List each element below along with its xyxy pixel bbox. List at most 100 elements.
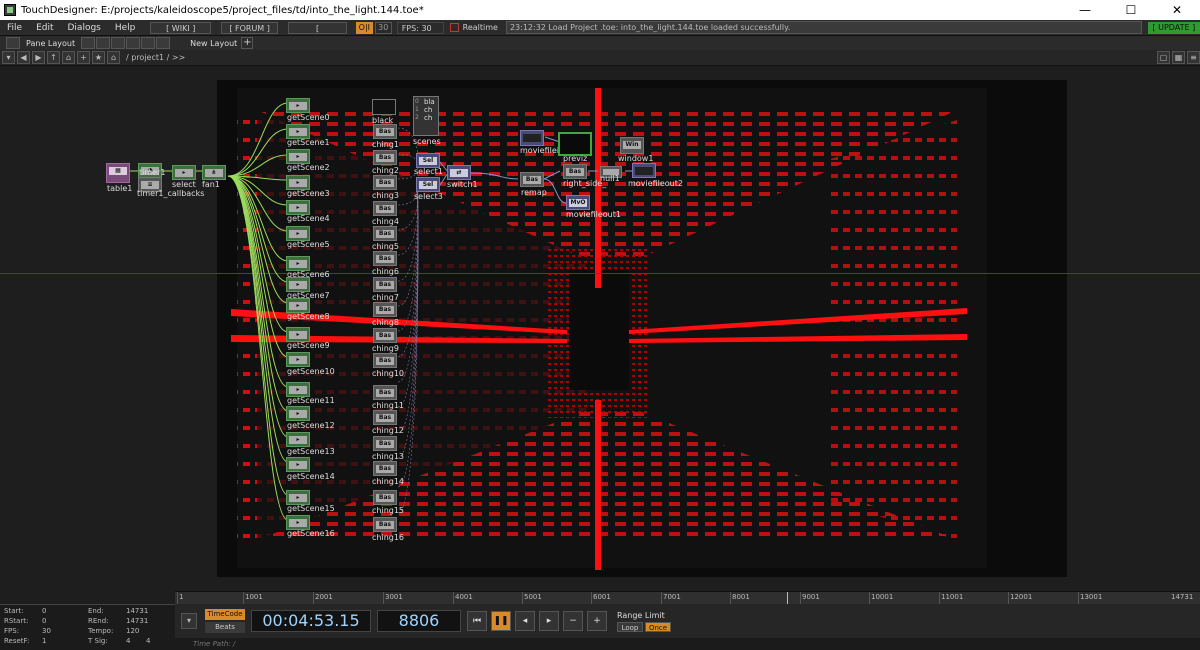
step-back-button[interactable]: ◂: [515, 611, 535, 631]
network-editor[interactable]: ▦ table1 ◔ timer1 ≡ timer1_callbacks ▸ s…: [0, 67, 1200, 591]
realtime-checkbox[interactable]: [450, 23, 459, 32]
ching11-node[interactable]: Bas: [373, 385, 397, 400]
menu-help[interactable]: Help: [108, 23, 143, 33]
up-icon[interactable]: ↑: [47, 51, 60, 64]
grid-icon[interactable]: ▦: [1172, 51, 1185, 64]
ching14-node[interactable]: Bas: [373, 461, 397, 476]
getscene13-node[interactable]: ▸: [286, 432, 310, 447]
getscene5-node[interactable]: ▸: [286, 226, 310, 241]
parent-icon[interactable]: ⌂: [107, 51, 120, 64]
increase-button[interactable]: +: [587, 611, 607, 631]
getscene16-node[interactable]: ▸: [286, 515, 310, 530]
star-icon[interactable]: ★: [92, 51, 105, 64]
layout-5-icon[interactable]: [141, 37, 156, 49]
layout-3-icon[interactable]: [111, 37, 126, 49]
wiki-link[interactable]: [ WIKI ]: [150, 21, 212, 34]
getscene6-node[interactable]: ▸: [286, 256, 310, 271]
rend-value[interactable]: 14731: [126, 617, 148, 625]
getscene11-node[interactable]: ▸: [286, 382, 310, 397]
decrease-button[interactable]: −: [563, 611, 583, 631]
add-icon[interactable]: +: [77, 51, 90, 64]
getscene1-node[interactable]: ▸: [286, 124, 310, 139]
rewind-button[interactable]: ⏮: [467, 611, 487, 631]
getscene0-node[interactable]: ▸: [286, 98, 310, 113]
moviefileout1-node[interactable]: MvO: [566, 195, 590, 210]
getscene3-node[interactable]: ▸: [286, 175, 310, 190]
fps-value[interactable]: 30: [42, 627, 51, 635]
update-button[interactable]: [ UPDATE ]: [1147, 21, 1200, 34]
forward-icon[interactable]: ▶: [32, 51, 45, 64]
back-icon[interactable]: ◀: [17, 51, 30, 64]
black-node[interactable]: [372, 99, 396, 115]
step-forward-button[interactable]: ▸: [539, 611, 559, 631]
network-path[interactable]: / project1 / >>: [126, 53, 185, 62]
ching7-node[interactable]: Bas: [373, 277, 397, 292]
layout-2-icon[interactable]: [96, 37, 111, 49]
fps-limit-field[interactable]: 30: [374, 21, 392, 34]
tutorials-link[interactable]: [ TUTORIALS ]: [288, 21, 347, 57]
ching1-node[interactable]: Bas: [373, 124, 397, 139]
menu-file[interactable]: File: [0, 23, 29, 33]
right-side-node[interactable]: Bas: [563, 164, 587, 179]
pause-button[interactable]: ❚❚: [491, 611, 511, 631]
getscene15-node[interactable]: ▸: [286, 490, 310, 505]
once-button[interactable]: Once: [645, 621, 671, 632]
timeline-options-icon[interactable]: ▾: [181, 613, 197, 629]
rstart-value[interactable]: 0: [42, 617, 46, 625]
beats-button[interactable]: Beats: [205, 622, 245, 633]
pane-split-icon[interactable]: [6, 37, 20, 49]
ching8-node[interactable]: Bas: [373, 302, 397, 317]
remap-node[interactable]: Bas: [520, 172, 544, 187]
ching10-node[interactable]: Bas: [373, 353, 397, 368]
getscene12-node[interactable]: ▸: [286, 406, 310, 421]
layout-6-icon[interactable]: [156, 37, 171, 49]
close-button[interactable]: ✕: [1154, 0, 1200, 20]
ching3-node[interactable]: Bas: [373, 175, 397, 190]
home-icon[interactable]: ⌂: [62, 51, 75, 64]
add-layout-button[interactable]: +: [241, 37, 254, 49]
tsig-value-2[interactable]: 4: [146, 637, 150, 645]
pane-layout-label[interactable]: Pane Layout: [26, 39, 75, 48]
menu-edit[interactable]: Edit: [29, 23, 60, 33]
start-value[interactable]: 0: [42, 607, 46, 615]
getscene8-node[interactable]: ▸: [286, 298, 310, 313]
timeline-ruler[interactable]: 1 1001 2001 3001 4001 5001 6001 7001 800…: [175, 591, 1200, 605]
ching15-node[interactable]: Bas: [373, 490, 397, 505]
ching2-node[interactable]: Bas: [373, 150, 397, 165]
ching9-node[interactable]: Bas: [373, 328, 397, 343]
frame-display[interactable]: 8806: [377, 610, 461, 632]
lock-icon[interactable]: ▢: [1157, 51, 1170, 64]
end-value[interactable]: 14731: [126, 607, 148, 615]
scenes-table-node[interactable]: 012 bla ch ch: [413, 96, 439, 136]
resetf-value[interactable]: 1: [42, 637, 46, 645]
select1-node[interactable]: Sel: [416, 153, 440, 168]
previz-node[interactable]: [558, 132, 592, 156]
window1-node[interactable]: Win: [620, 137, 644, 154]
new-layout-label[interactable]: New Layout: [190, 39, 237, 48]
moviefilein1-node[interactable]: [520, 130, 544, 146]
getscene4-node[interactable]: ▸: [286, 200, 310, 215]
select-node[interactable]: ▸: [172, 165, 196, 180]
select3-node[interactable]: Sel: [416, 177, 440, 192]
ching6-node[interactable]: Bas: [373, 251, 397, 266]
getscene2-node[interactable]: ▸: [286, 149, 310, 164]
tsig-value-1[interactable]: 4: [126, 637, 130, 645]
tempo-value[interactable]: 120: [126, 627, 139, 635]
fan1-node[interactable]: ⋔: [202, 165, 226, 180]
timecode-display[interactable]: 00:04:53.15: [251, 610, 371, 632]
ching13-node[interactable]: Bas: [373, 436, 397, 451]
ching12-node[interactable]: Bas: [373, 410, 397, 425]
switch1-node[interactable]: ⇄: [447, 165, 471, 180]
getscene7-node[interactable]: ▸: [286, 277, 310, 292]
getscene9-node[interactable]: ▸: [286, 327, 310, 342]
menu-dialogs[interactable]: Dialogs: [61, 23, 108, 33]
forum-link[interactable]: [ FORUM ]: [221, 21, 279, 34]
layout-4-icon[interactable]: [126, 37, 141, 49]
layout-1-icon[interactable]: [81, 37, 96, 49]
loop-button[interactable]: Loop: [617, 621, 643, 632]
moviefileout2-node[interactable]: [632, 163, 656, 178]
minimize-button[interactable]: —: [1062, 0, 1108, 20]
getscene14-node[interactable]: ▸: [286, 457, 310, 472]
pane-menu-icon[interactable]: ≡: [1187, 51, 1200, 64]
ching16-node[interactable]: Bas: [373, 517, 397, 532]
